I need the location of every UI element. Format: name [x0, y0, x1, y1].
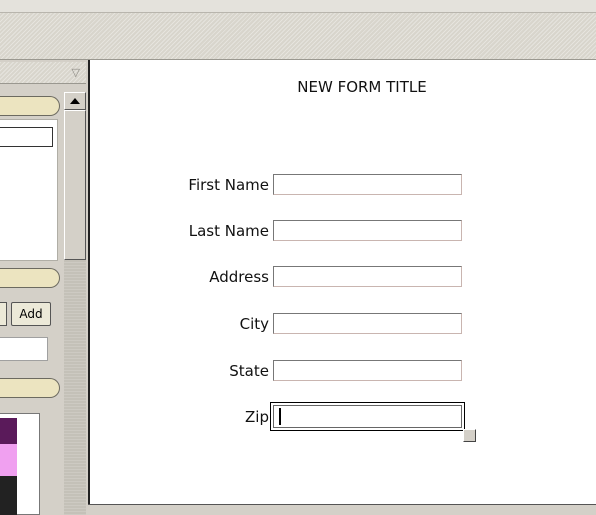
swatch-black[interactable]	[0, 476, 17, 515]
toolbar-top-line	[0, 0, 596, 13]
list-item-selected[interactable]	[0, 127, 53, 147]
form-title[interactable]: NEW FORM TITLE	[262, 78, 462, 96]
section-tab-3[interactable]	[0, 378, 60, 398]
first-name-label: First Name	[188, 176, 269, 194]
swatch-purple[interactable]	[0, 418, 17, 444]
last-name-field[interactable]	[273, 220, 462, 241]
small-input[interactable]	[0, 337, 48, 361]
zip-field[interactable]	[273, 405, 462, 428]
arrow-up-icon	[70, 98, 80, 104]
add-button[interactable]: Add	[11, 302, 51, 326]
city-field[interactable]	[273, 313, 462, 334]
toolbar-strip	[0, 0, 596, 60]
scroll-up-button[interactable]	[64, 92, 86, 110]
panel-header: ▽	[0, 62, 86, 84]
last-name-label: Last Name	[188, 222, 269, 240]
city-label: City	[239, 315, 269, 333]
zip-label: Zip	[245, 408, 269, 426]
text-caret	[279, 408, 281, 425]
address-label: Address	[209, 268, 269, 286]
left-button-edge[interactable]	[0, 302, 7, 326]
form-canvas[interactable]	[88, 60, 596, 515]
first-name-field[interactable]	[273, 174, 462, 195]
swatch-pink[interactable]	[0, 444, 17, 476]
state-label: State	[229, 362, 269, 380]
triangle-down-icon[interactable]: ▽	[72, 66, 80, 79]
section-tab-1[interactable]	[0, 96, 60, 116]
section-tab-2[interactable]	[0, 268, 60, 288]
state-field[interactable]	[273, 360, 462, 381]
resize-handle-icon[interactable]	[463, 429, 476, 442]
address-field[interactable]	[273, 266, 462, 287]
scrollbar-thumb[interactable]	[64, 110, 86, 260]
canvas-bottom-edge	[88, 504, 596, 515]
